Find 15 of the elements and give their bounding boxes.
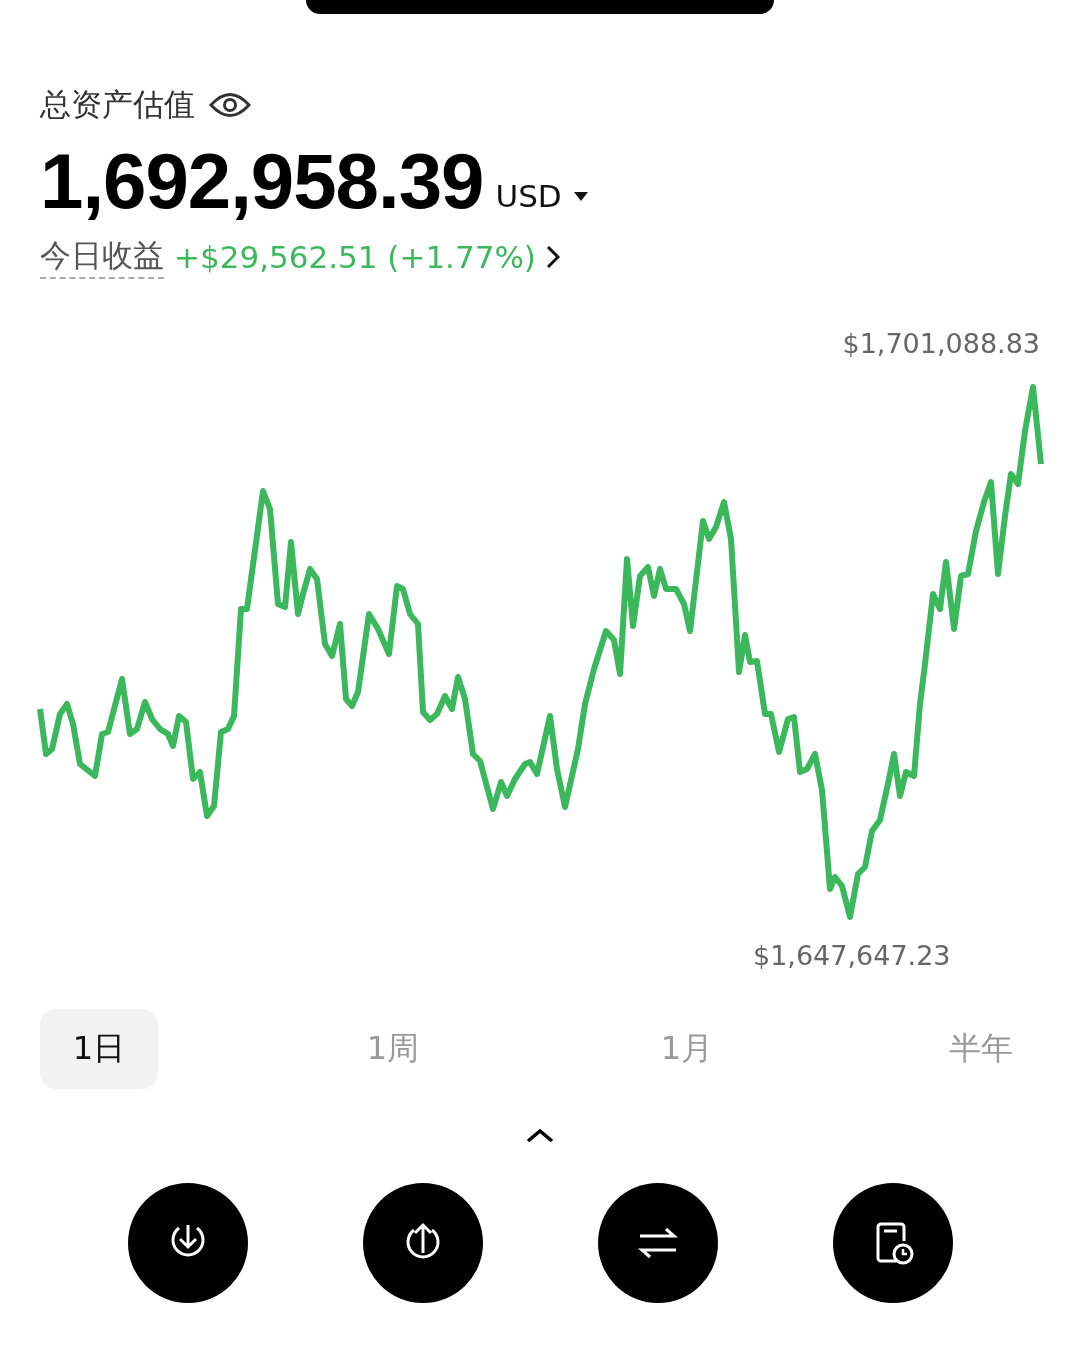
period-tab[interactable]: 1周 bbox=[334, 1009, 452, 1089]
pnl-label: 今日收益 bbox=[40, 235, 164, 279]
period-tab[interactable]: 1日 bbox=[40, 1009, 158, 1089]
expand-up-icon[interactable] bbox=[526, 1129, 554, 1143]
pnl-value[interactable]: +$29,562.51 (+1.77%) bbox=[174, 239, 536, 275]
period-tab[interactable]: 半年 bbox=[922, 1009, 1040, 1089]
eye-icon[interactable] bbox=[209, 90, 251, 120]
total-balance: 1,692,958.39 bbox=[40, 136, 484, 227]
currency-selector[interactable]: USD bbox=[495, 177, 562, 214]
balance-label: 总资产估值 bbox=[40, 85, 195, 124]
period-tab[interactable]: 1月 bbox=[628, 1009, 746, 1089]
chevron-right-icon[interactable] bbox=[545, 245, 560, 269]
caret-icon[interactable] bbox=[573, 192, 588, 201]
max-value-label: $1,701,088.83 bbox=[842, 328, 1040, 359]
min-value-label: $1,647,647.23 bbox=[753, 940, 951, 971]
